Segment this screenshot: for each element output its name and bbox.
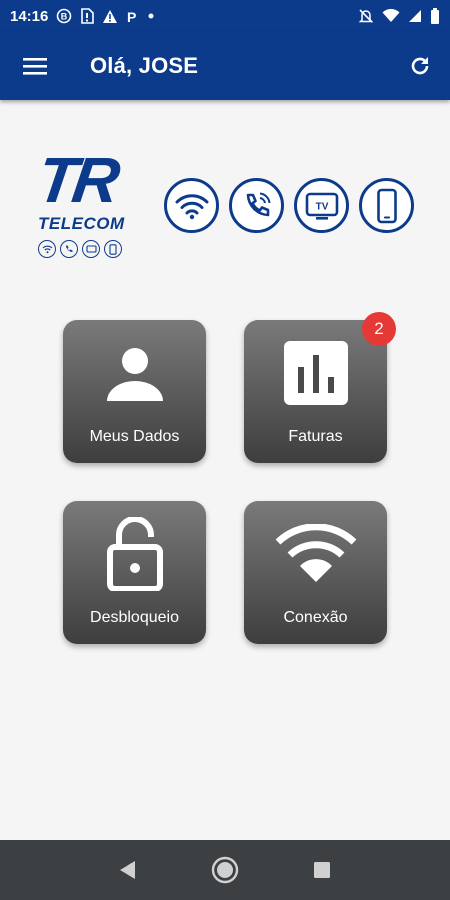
- service-icons: TV: [164, 178, 414, 233]
- refresh-button[interactable]: [390, 32, 450, 100]
- back-icon: [120, 861, 136, 879]
- unlock-icon: [106, 517, 163, 591]
- page-title: Olá, JOSE: [90, 53, 199, 78]
- recents-icon: [313, 862, 330, 878]
- user-icon: [106, 348, 163, 401]
- tile-label: Faturas: [288, 428, 343, 445]
- home-button[interactable]: [200, 845, 250, 895]
- menu-icon: [23, 58, 47, 75]
- sim-alert-icon: [81, 8, 95, 24]
- logo-text: TELECOM: [38, 214, 125, 233]
- menu-button[interactable]: [0, 32, 70, 100]
- tile-conexao[interactable]: Conexão: [244, 501, 387, 644]
- logo-service-icons: [38, 240, 122, 258]
- app-bar: Olá, JOSE: [0, 32, 450, 100]
- service-wifi: [164, 178, 219, 233]
- tile-label: Desbloqueio: [90, 609, 179, 626]
- chart-icon: [283, 341, 348, 405]
- battery-icon: [431, 8, 439, 24]
- mini-tv-icon: [82, 240, 100, 258]
- wifi-icon: [275, 524, 356, 582]
- tv-label: TV: [315, 201, 328, 212]
- system-nav-bar: [0, 840, 450, 900]
- status-time: 14:16: [10, 7, 49, 25]
- b-circle-icon: B: [57, 8, 72, 24]
- warning-icon: [103, 9, 118, 23]
- dot-icon: [148, 13, 154, 19]
- refresh-icon: [411, 57, 429, 75]
- wifi-icon: [382, 9, 400, 22]
- parking-icon: P: [127, 9, 136, 24]
- back-button[interactable]: [103, 845, 153, 895]
- tile-desbloqueio[interactable]: Desbloqueio: [63, 501, 206, 644]
- bell-off-icon: [358, 9, 374, 23]
- tile-faturas[interactable]: Faturas 2: [244, 312, 396, 463]
- logo-mark: TR: [32, 144, 121, 216]
- mini-smartphone-icon: [104, 240, 122, 258]
- phone-icon: [246, 192, 270, 216]
- tile-label: Meus Dados: [89, 428, 180, 445]
- smartphone-icon: [376, 188, 397, 223]
- service-phone: [229, 178, 284, 233]
- svg-text:P: P: [127, 9, 136, 24]
- svg-text:B: B: [61, 12, 68, 22]
- brand-header: TR TELECOM TV: [32, 144, 416, 268]
- service-mobile: [359, 178, 414, 233]
- home-icon: [211, 856, 239, 884]
- signal-icon: [409, 10, 421, 22]
- mini-phone-icon: [60, 240, 78, 258]
- tile-label: Conexão: [283, 609, 348, 626]
- notification-badge: 2: [362, 312, 396, 346]
- service-tv: TV: [294, 178, 349, 233]
- tile-meus-dados[interactable]: Meus Dados: [63, 320, 206, 463]
- recents-button[interactable]: [297, 845, 347, 895]
- company-logo: TR TELECOM: [32, 144, 151, 263]
- status-bar: 14:16 B P: [0, 0, 450, 32]
- wifi-icon: [175, 193, 208, 219]
- mini-wifi-icon: [38, 240, 56, 258]
- tv-icon: TV: [305, 192, 338, 220]
